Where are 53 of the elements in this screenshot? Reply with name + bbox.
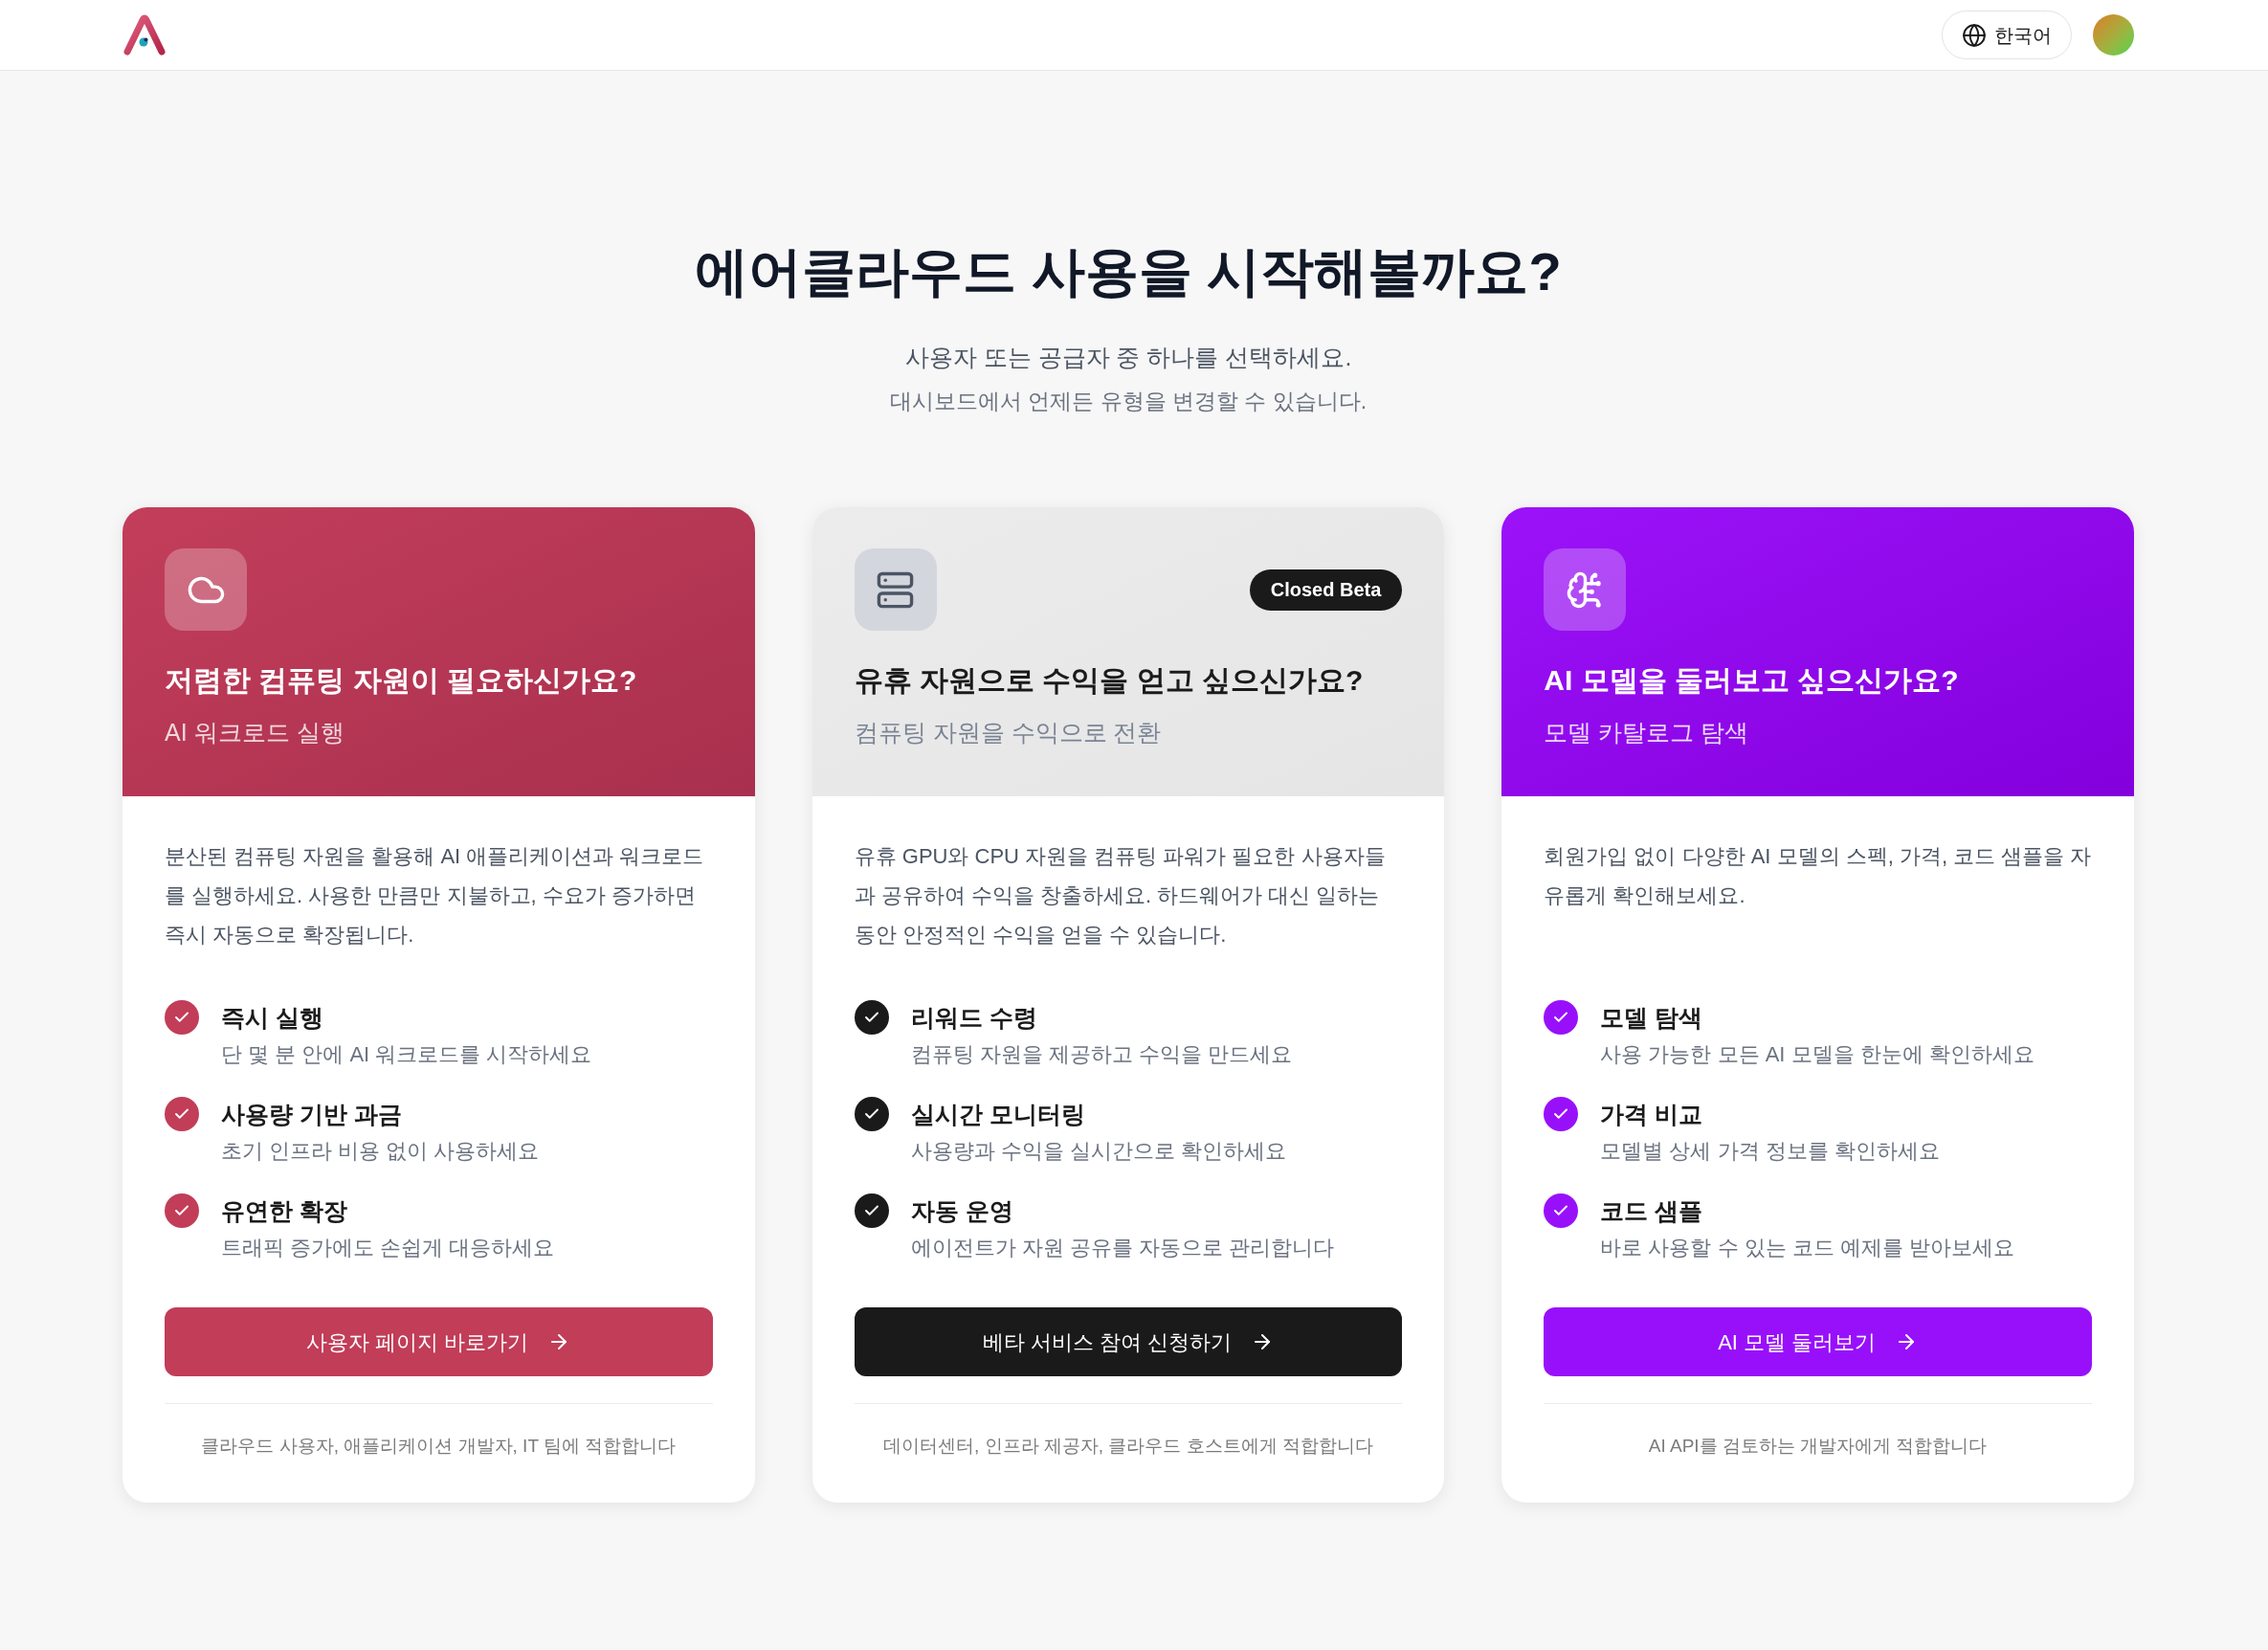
feature-text: 사용 가능한 모든 AI 모델을 한눈에 확인하세요 — [1600, 1041, 2035, 1068]
card-title: 유휴 자원으로 수익을 얻고 싶으신가요? — [854, 663, 1365, 698]
feature-title: 사용량 기반 과금 — [221, 1100, 403, 1129]
card-title: 저렴한 컴퓨팅 자원이 필요하신가요? — [165, 663, 638, 698]
cloud-icon — [165, 548, 247, 631]
globe-icon — [1962, 22, 1987, 48]
check-icon — [854, 1000, 889, 1035]
feature-text: 사용량과 수익을 실시간으로 확인하세요 — [910, 1138, 1286, 1165]
status-badge: Closed Beta — [1249, 569, 1403, 611]
card-footer-note: 클라우드 사용자, 애플리케이션 개발자, IT 팀에 적합합니다 — [201, 1435, 677, 1458]
action-button[interactable]: 베타 서비스 참여 신청하기 — [854, 1307, 1403, 1376]
user-avatar[interactable] — [2093, 14, 2134, 56]
card-description: 분산된 컴퓨팅 자원을 활용해 AI 애플리케이션과 워크로드를 실행하세요. 사용한 만큼만 지불하고, 수요가 증가하면 즉시 자동으로 확장됩니다. — [165, 843, 705, 948]
page-note: 대시보드에서 언제든 유형을 변경할 수 있습니다. — [889, 388, 1367, 415]
brain-icon — [1544, 548, 1627, 631]
check-icon — [165, 1097, 199, 1131]
action-button[interactable]: 사용자 페이지 바로가기 — [165, 1307, 713, 1376]
page-subtitle: 사용자 또는 공급자 중 하나를 선택하세요. — [904, 343, 1352, 372]
check-icon — [165, 1193, 199, 1228]
feature-text: 컴퓨팅 자원을 제공하고 수익을 만드세요 — [910, 1041, 1293, 1068]
logo-icon[interactable] — [122, 13, 167, 56]
feature-text: 초기 인프라 비용 없이 사용하세요 — [221, 1138, 540, 1165]
language-button[interactable]: 한국어 — [1942, 11, 2072, 59]
feature-text: 에이전트가 자원 공유를 자동으로 관리합니다 — [910, 1235, 1335, 1261]
feature-title: 유연한 확장 — [221, 1196, 348, 1226]
check-icon — [854, 1193, 889, 1228]
feature-text: 모델별 상세 가격 정보를 확인하세요 — [1600, 1138, 1940, 1165]
check-icon — [165, 1000, 199, 1035]
card-title: AI 모델을 둘러보고 싶으신가요? — [1544, 663, 1960, 698]
server-icon — [854, 548, 937, 631]
feature-title: 리워드 수령 — [910, 1003, 1038, 1033]
card-description: 회원가입 없이 다양한 AI 모델의 스펙, 가격, 코드 샘플을 자유롭게 확인해보세요. — [1544, 843, 2092, 909]
card-subtitle: AI 워크로드 실행 — [165, 718, 345, 747]
check-icon — [1544, 1097, 1579, 1131]
feature-text: 트래픽 증가에도 손쉽게 대응하세요 — [221, 1235, 555, 1261]
card-footer-note: 데이터센터, 인프라 제공자, 클라우드 호스트에게 적합합니다 — [883, 1435, 1373, 1458]
page-title: 에어클라우드 사용을 시작해볼까요? — [695, 240, 1562, 303]
feature-title: 코드 샘플 — [1600, 1196, 1704, 1226]
feature-title: 실시간 모니터링 — [910, 1100, 1086, 1129]
feature-text: 단 몇 분 안에 AI 워크로드를 시작하세요 — [221, 1041, 592, 1068]
feature-title: 즉시 실행 — [221, 1003, 324, 1033]
feature-text: 바로 사용할 수 있는 코드 예제를 받아보세요 — [1600, 1235, 2014, 1261]
check-icon — [1544, 1000, 1579, 1035]
card-footer-note: AI API를 검토하는 개발자에게 적합합니다 — [1648, 1435, 1988, 1458]
check-icon — [854, 1097, 889, 1131]
card-subtitle: 모델 카탈로그 탐색 — [1544, 718, 1750, 747]
card-subtitle: 컴퓨팅 자원을 수익으로 전환 — [854, 718, 1163, 747]
check-icon — [1544, 1193, 1579, 1228]
feature-title: 자동 운영 — [910, 1196, 1014, 1226]
feature-title: 가격 비교 — [1600, 1100, 1704, 1129]
feature-title: 모델 탐색 — [1600, 1003, 1704, 1033]
action-button[interactable]: AI 모델 둘러보기 — [1544, 1307, 2092, 1376]
card-description: 유휴 GPU와 CPU 자원을 컴퓨팅 파워가 필요한 사용자들과 공유하여 수익을 창출하세요. 하드웨어가 대신 일하는 동안 안정적인 수익을 얻을 수 있습니다. — [854, 843, 1387, 948]
